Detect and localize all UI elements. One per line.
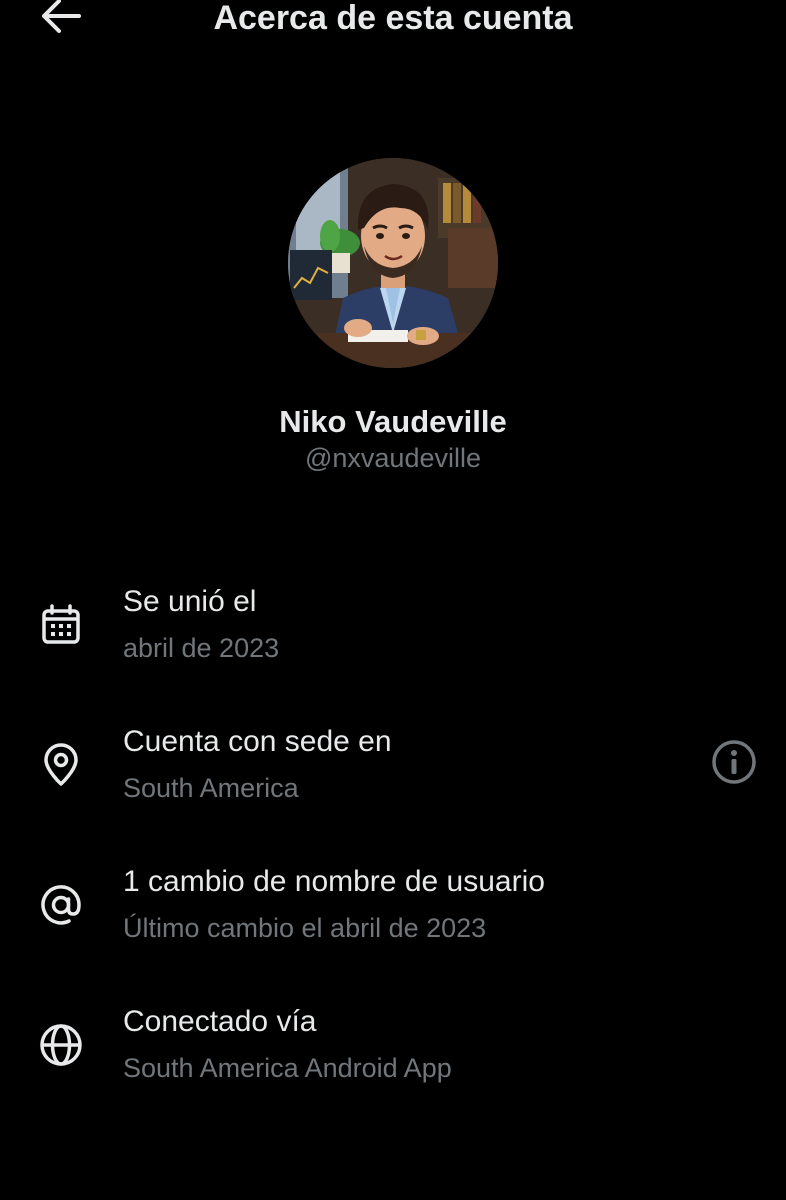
username-changes-row: 1 cambio de nombre de usuario Último cam… xyxy=(0,860,786,960)
calendar-icon xyxy=(36,600,86,650)
username-handle: @nxvaudeville xyxy=(304,443,481,473)
username-last-change: Último cambio el abril de 2023 xyxy=(123,913,487,943)
account-location-row: Cuenta con sede en South America xyxy=(0,720,786,820)
joined-title: Se unió el xyxy=(123,585,257,618)
avatar[interactable] xyxy=(288,158,498,368)
account-location-title: Cuenta con sede en xyxy=(123,725,392,758)
username-changes-title: 1 cambio de nombre de usuario xyxy=(123,865,545,898)
display-name: Niko Vaudeville xyxy=(279,404,507,439)
joined-row: Se unió el abril de 2023 xyxy=(0,580,786,680)
page-title: Acerca de esta cuenta xyxy=(213,0,573,37)
connected-via-row: Conectado vía South America Android App xyxy=(0,1000,786,1100)
info-icon xyxy=(711,739,757,790)
top-bar: Acerca de esta cuenta xyxy=(0,0,786,40)
connected-via-value: South America Android App xyxy=(123,1053,452,1083)
info-button[interactable] xyxy=(708,738,760,790)
globe-icon xyxy=(36,1020,86,1070)
joined-date: abril de 2023 xyxy=(123,633,280,663)
connected-via-title: Conectado vía xyxy=(123,1005,317,1038)
location-pin-icon xyxy=(36,740,86,790)
at-sign-icon xyxy=(36,880,86,930)
account-location-value: South America xyxy=(123,773,299,803)
